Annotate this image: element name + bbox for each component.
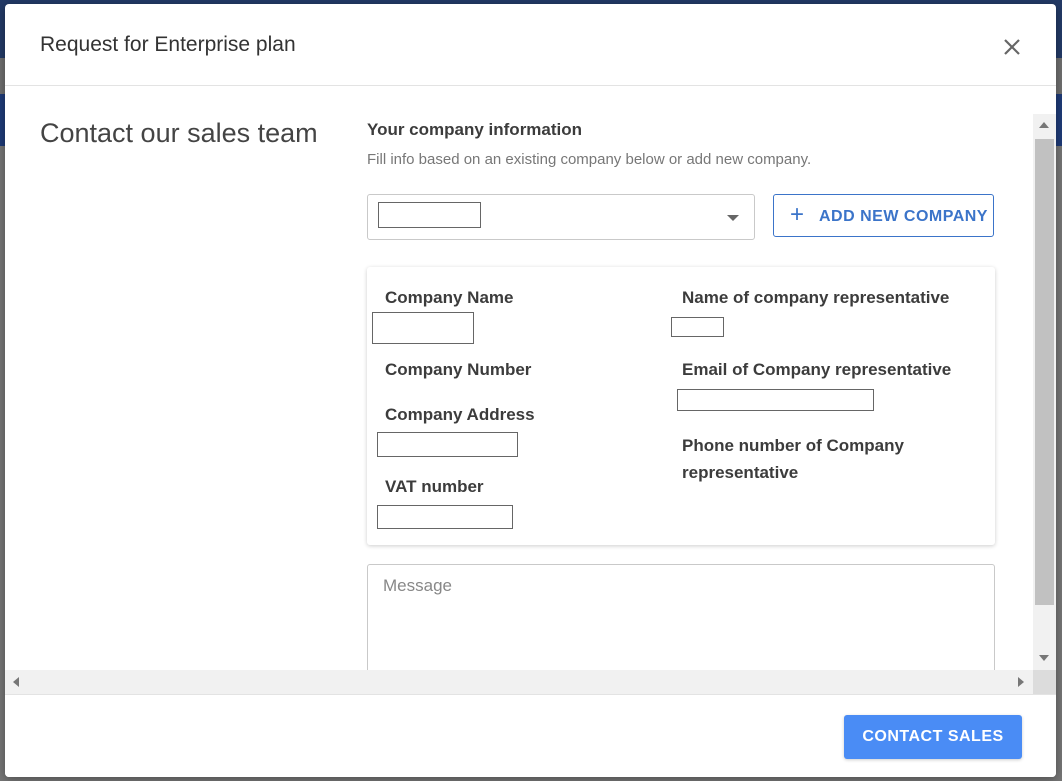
scroll-down-icon[interactable] — [1039, 655, 1049, 661]
close-icon — [1004, 39, 1020, 55]
add-new-company-label: ADD NEW COMPANY — [819, 208, 988, 225]
enterprise-request-modal: Request for Enterprise plan Contact our … — [5, 4, 1056, 777]
contact-sales-button[interactable]: CONTACT SALES — [844, 715, 1022, 759]
modal-body: Contact our sales team Your company info… — [5, 114, 1033, 670]
scroll-left-icon[interactable] — [13, 677, 19, 687]
section-title: Contact our sales team — [40, 118, 318, 148]
rep-email-input[interactable] — [677, 389, 874, 411]
company-info-subtitle: Fill info based on an existing company b… — [367, 151, 812, 168]
rep-email-label: Email of Company representative — [682, 360, 952, 379]
horizontal-scrollbar[interactable] — [5, 670, 1033, 694]
modal-footer: CONTACT SALES — [5, 694, 1056, 777]
company-name-input[interactable] — [372, 312, 474, 344]
company-info-card: Company Name Company Number Company Addr… — [367, 267, 995, 545]
add-new-company-button[interactable]: + ADD NEW COMPANY — [773, 194, 994, 237]
vat-number-input[interactable] — [377, 505, 513, 529]
plus-icon: + — [790, 201, 805, 228]
scroll-right-icon[interactable] — [1018, 677, 1024, 687]
company-info-title: Your company information — [367, 120, 583, 139]
rep-name-input[interactable] — [671, 317, 724, 337]
company-name-label: Company Name — [385, 288, 514, 307]
modal-title: Request for Enterprise plan — [40, 33, 296, 56]
company-number-label: Company Number — [385, 360, 532, 379]
rep-name-label: Name of company representative — [682, 288, 950, 307]
message-textarea[interactable] — [367, 564, 995, 670]
company-select-value — [378, 202, 481, 228]
company-address-label: Company Address — [385, 405, 535, 424]
rep-phone-label: Phone number of Company representative — [682, 436, 904, 482]
scroll-up-icon[interactable] — [1039, 122, 1049, 128]
vertical-scroll-thumb[interactable] — [1035, 139, 1054, 605]
modal-header: Request for Enterprise plan — [5, 4, 1056, 86]
scrollbar-corner — [1033, 670, 1056, 694]
company-select[interactable] — [367, 194, 755, 240]
company-address-input[interactable] — [377, 432, 518, 457]
vertical-scrollbar[interactable] — [1033, 114, 1056, 670]
chevron-down-icon — [727, 215, 739, 221]
close-button[interactable] — [1000, 35, 1024, 59]
vat-number-label: VAT number — [385, 477, 484, 496]
